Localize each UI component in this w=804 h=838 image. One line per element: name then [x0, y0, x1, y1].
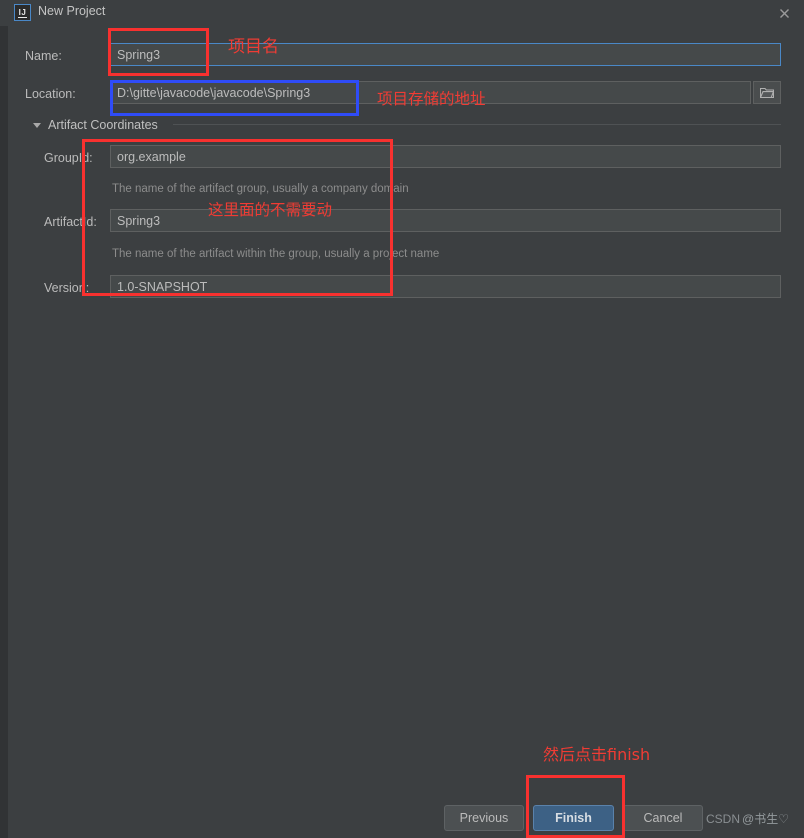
location-browse-button[interactable]	[753, 81, 781, 104]
new-project-dialog: IJ New Project Name: Spring3 Location: D…	[0, 0, 804, 838]
artifact-id-hint: The name of the artifact within the grou…	[112, 248, 440, 260]
cancel-button[interactable]: Cancel	[623, 805, 703, 831]
group-id-label: GroupId:	[44, 151, 93, 165]
chevron-down-icon	[33, 122, 41, 128]
logo-letters: IJ	[18, 7, 27, 17]
watermark-handle: @书生♡	[742, 812, 789, 826]
section-divider	[173, 124, 781, 125]
version-label: Version:	[44, 281, 90, 295]
folder-icon	[760, 87, 774, 98]
logo-underline	[18, 16, 27, 18]
location-input[interactable]: D:\gitte\javacode\javacode\Spring3	[110, 81, 751, 104]
watermark-prefix: CSDN	[706, 811, 741, 826]
window-title: New Project	[38, 4, 106, 18]
left-gutter	[0, 0, 8, 838]
intellij-idea-logo-icon: IJ	[14, 4, 31, 21]
group-id-input[interactable]: org.example	[110, 145, 781, 168]
csdn-watermark: CSDN @书生♡	[706, 810, 789, 827]
group-id-hint: The name of the artifact group, usually …	[112, 183, 409, 195]
version-input[interactable]: 1.0-SNAPSHOT	[110, 275, 781, 298]
close-icon[interactable]	[774, 3, 794, 23]
previous-button[interactable]: Previous	[444, 805, 524, 831]
artifact-id-input[interactable]: Spring3	[110, 209, 781, 232]
artifact-coordinates-title: Artifact Coordinates	[48, 118, 158, 132]
finish-button[interactable]: Finish	[533, 805, 614, 831]
annotation-label-finish: 然后点击finish	[543, 745, 651, 764]
name-input[interactable]: Spring3	[110, 43, 781, 66]
artifact-coordinates-section-toggle[interactable]: Artifact Coordinates	[33, 118, 158, 132]
title-bar: IJ New Project	[0, 0, 804, 26]
location-label: Location:	[25, 87, 76, 101]
name-label: Name:	[25, 49, 62, 63]
artifact-id-label: ArtifactId:	[44, 215, 97, 229]
